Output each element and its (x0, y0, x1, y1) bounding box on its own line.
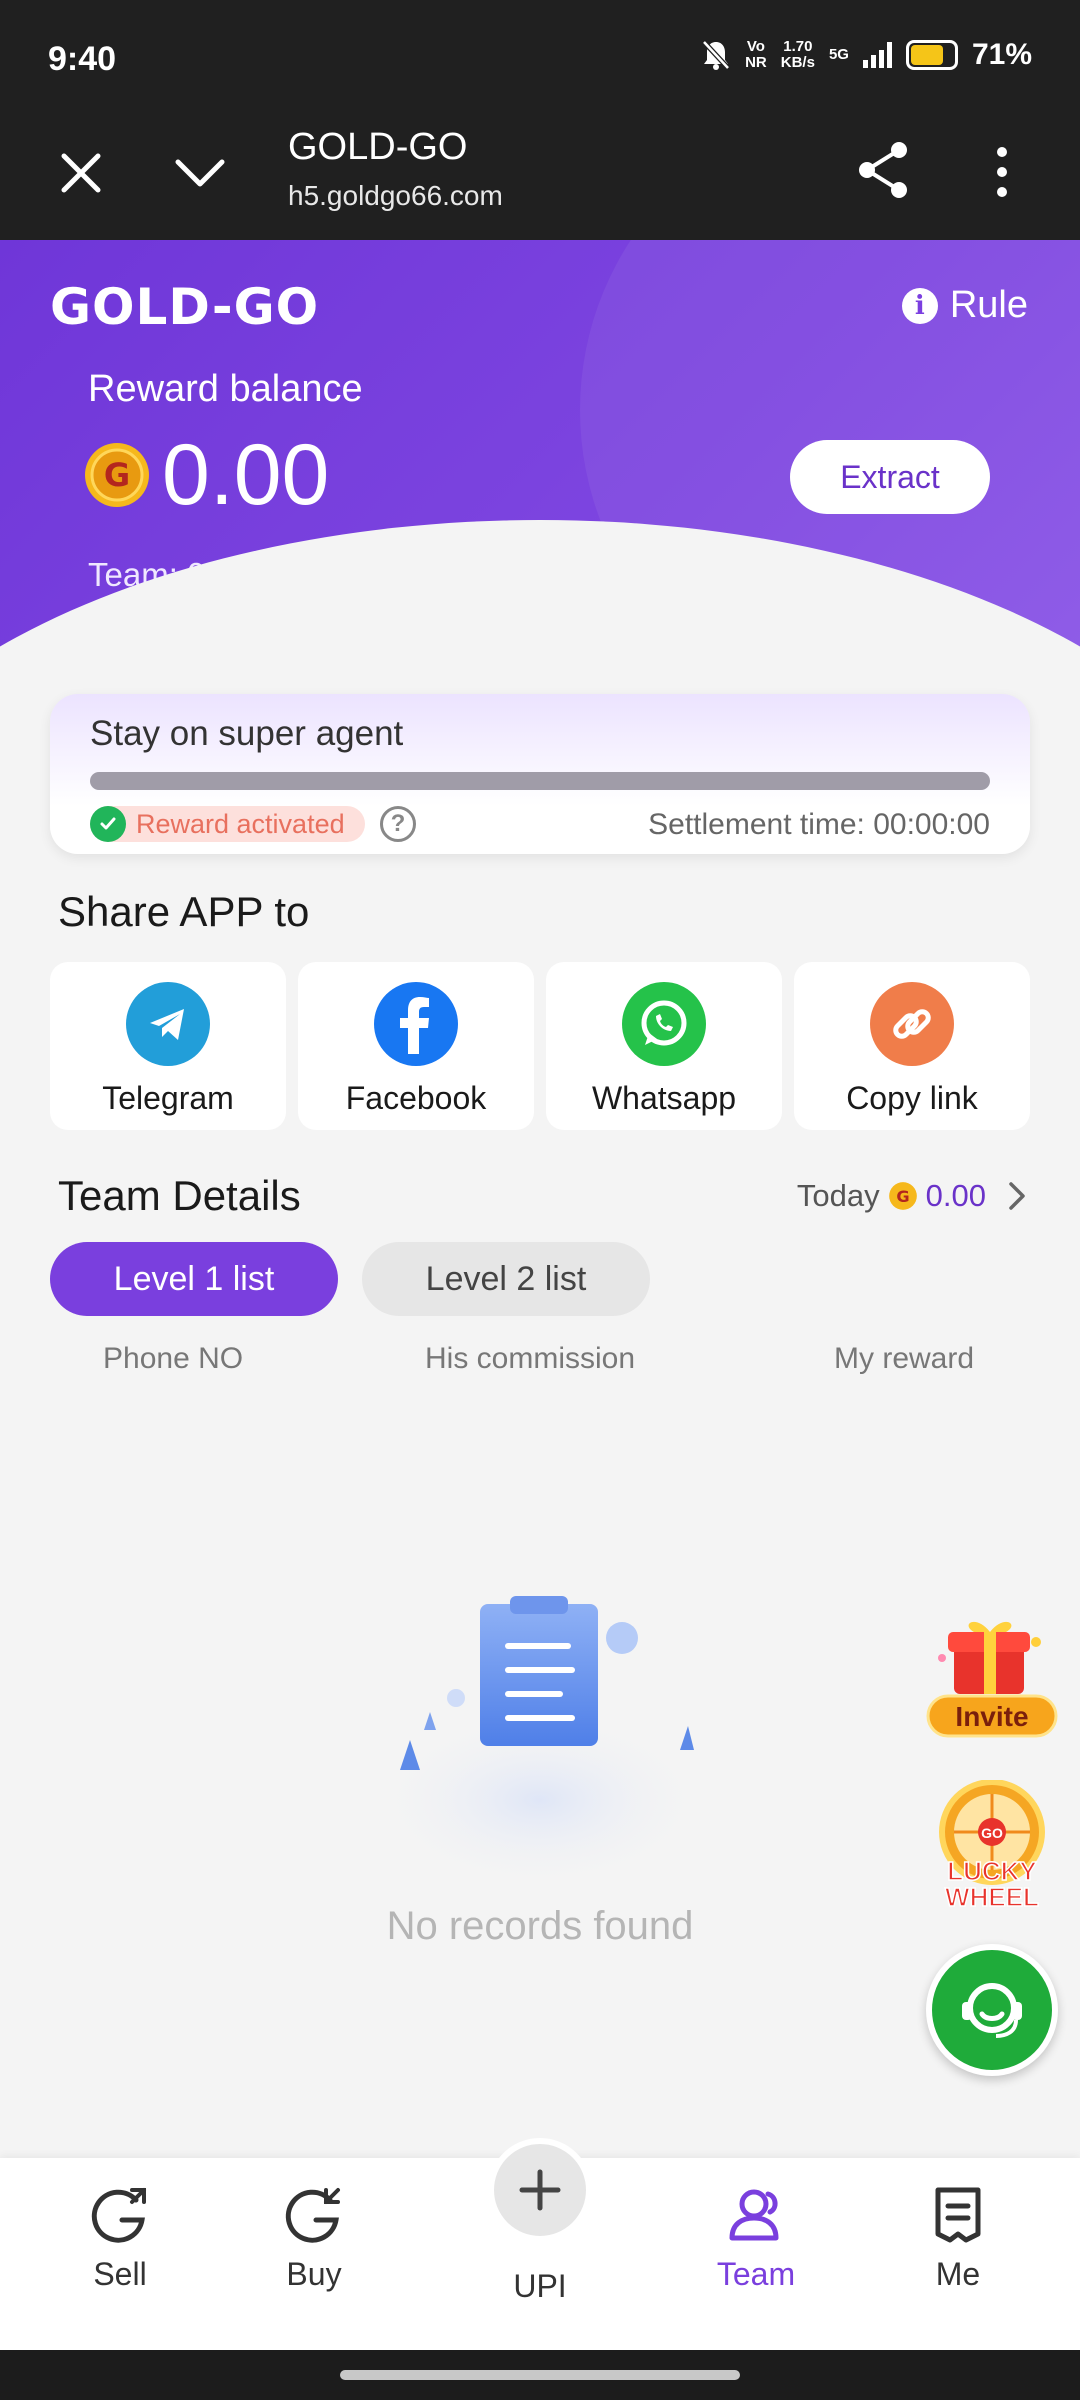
nav-upi-button[interactable] (488, 2138, 592, 2242)
share-icon[interactable] (855, 140, 911, 200)
customer-support-button[interactable] (926, 1944, 1058, 2076)
team-icon (729, 2189, 779, 2241)
column-his-commission: His commission (425, 1342, 636, 1375)
browser-url: h5.goldgo66.com (288, 180, 503, 211)
share-telegram[interactable]: Telegram (50, 962, 286, 1130)
svg-text:Invite: Invite (955, 1701, 1028, 1732)
today-rewards: Today Rewards: G 0.00 (392, 610, 731, 647)
svg-text:GO: GO (981, 1825, 1003, 1841)
tab-level-2[interactable]: Level 2 list (362, 1242, 650, 1316)
share-whatsapp[interactable]: Whatsapp (546, 962, 782, 1130)
uper-id: Uper: 93***43 (88, 610, 290, 647)
reward-balance-value: 0.00 (162, 427, 330, 523)
browser-toolbar: GOLD-GO h5.goldgo66.com (0, 118, 1080, 240)
nav-sell[interactable]: Sell (40, 2182, 200, 2293)
status-bar: 9:40 Vo NR 1.70 KB/s 5G 71% (0, 0, 1080, 118)
column-phone: Phone NO (103, 1342, 244, 1375)
nav-upi-label[interactable]: UPI (458, 2268, 622, 2305)
info-icon: i (901, 287, 938, 324)
battery-icon (905, 40, 958, 70)
nav-buy[interactable]: Buy (234, 2182, 394, 2293)
headset-icon (962, 1983, 1022, 2038)
link-icon (870, 982, 954, 1066)
status-time: 9:40 (48, 40, 117, 78)
close-icon[interactable] (56, 148, 106, 198)
volte-indicator: Vo NR (745, 38, 767, 71)
reward-balance-label: Reward balance (88, 368, 363, 410)
history-rewards: History Rewards: G 0.00 (392, 556, 746, 593)
extract-button[interactable]: Extract (790, 440, 990, 514)
check-icon (90, 806, 126, 842)
battery-percent: 71% (971, 38, 1032, 71)
bottom-navigation: Sell Buy UPI Team Me (0, 2138, 1080, 2350)
share-facebook[interactable]: Facebook (298, 962, 534, 1130)
super-agent-card: Stay on super agent Reward activated ? S… (50, 694, 1030, 854)
gold-coin-icon: G (85, 443, 149, 507)
share-title: Share APP to (58, 888, 310, 935)
sell-icon (91, 2188, 146, 2243)
facebook-icon (374, 982, 458, 1066)
signal-icon (862, 42, 892, 68)
gold-coin-icon: G (635, 617, 660, 641)
status-indicators: Vo NR 1.70 KB/s 5G 71% (701, 38, 1032, 72)
svg-text:G: G (896, 1187, 909, 1206)
invite-gift-button[interactable]: Invite (924, 1618, 1060, 1742)
document-icon (935, 2187, 981, 2243)
team-today-link[interactable]: Today G 0.00 (797, 1178, 1028, 1214)
rule-button[interactable]: i Rule (901, 284, 1028, 327)
svg-text:WHEEL: WHEEL (945, 1882, 1039, 1912)
home-indicator[interactable] (340, 2370, 740, 2380)
nav-team[interactable]: Team (676, 2182, 836, 2293)
help-icon[interactable]: ? (380, 806, 416, 842)
agent-progress-bar (90, 772, 990, 790)
team-count: Team: 0 (88, 556, 206, 593)
system-navigation-area (0, 2350, 1080, 2400)
net-speed: 1.70 KB/s (780, 38, 815, 71)
chevron-right-icon (1009, 1182, 1025, 1210)
rule-label: Rule (949, 284, 1028, 326)
svg-text:G: G (642, 622, 654, 638)
settlement-time: Settlement time: 00:00:00 (648, 808, 990, 841)
svg-text:G: G (656, 568, 668, 584)
network-type: 5G (828, 46, 849, 63)
gold-coin-icon: G (650, 563, 675, 587)
agent-title: Stay on super agent (90, 714, 404, 753)
more-icon[interactable] (984, 144, 1020, 200)
share-copy-link[interactable]: Copy link (794, 962, 1030, 1130)
empty-clipboard-illustration (370, 1596, 710, 1890)
chevron-down-icon[interactable] (172, 148, 228, 198)
gold-coin-icon: G (888, 1182, 917, 1210)
team-details-title: Team Details (58, 1172, 301, 1219)
lucky-wheel-button[interactable]: GO LUCKY WHEEL (930, 1780, 1054, 1912)
reward-activated-badge: Reward activated (90, 806, 365, 842)
nav-me[interactable]: Me (878, 2182, 1038, 2293)
mute-icon (702, 40, 730, 70)
whatsapp-icon (622, 982, 706, 1066)
tab-level-1[interactable]: Level 1 list (50, 1242, 338, 1316)
plus-icon (519, 2169, 561, 2211)
buy-icon (285, 2188, 340, 2243)
telegram-icon (126, 982, 210, 1066)
column-my-reward: My reward (834, 1342, 975, 1375)
empty-state-text: No records found (386, 1904, 694, 1948)
app-logo: GOLD-GO (50, 278, 320, 336)
svg-text:G: G (104, 456, 130, 494)
browser-title: GOLD-GO (288, 126, 468, 168)
